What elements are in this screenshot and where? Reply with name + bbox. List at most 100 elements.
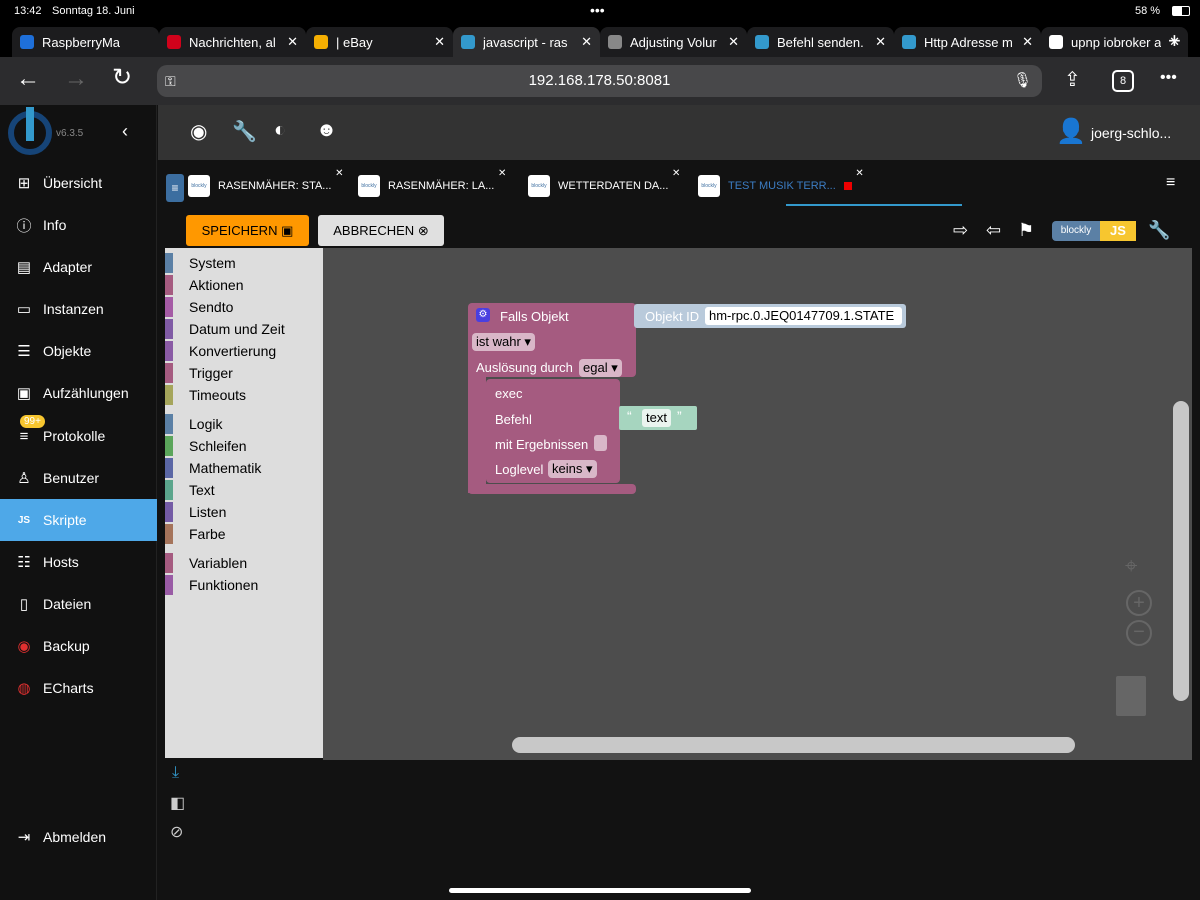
browser-tab[interactable]: javascript - ras ✕ [453,27,600,57]
enum-icon: ▣ [16,385,32,402]
text-block[interactable]: “ text ” [619,406,697,430]
reload-button[interactable]: ↻ [112,63,132,92]
trash-icon[interactable] [1116,676,1146,716]
script-tab[interactable]: blockly RASENMÄHER: LA... ✕ [358,168,506,200]
wrench-icon[interactable]: 🔧 [232,119,257,144]
close-tab-icon[interactable]: ✕ [1022,34,1033,50]
toolbox-category[interactable]: Variablen [165,552,323,574]
toolbox-category[interactable]: Timeouts [165,384,323,406]
object-id-block[interactable]: Objekt ID hm-rpc.0.JEQ0147709.1.STATE [634,304,906,328]
close-tab-icon[interactable]: ✕ [287,34,298,50]
sidebar-item-backup[interactable]: ◉ Backup [0,625,157,667]
zoom-out-button[interactable]: − [1126,620,1152,646]
logout-button[interactable]: ⇥ Abmelden [0,816,157,858]
browser-tab[interactable]: Http Adresse m ✕ [894,27,1041,57]
toolbox-category[interactable]: Sendto [165,296,323,318]
script-tab[interactable]: blockly WETTERDATEN DA... ✕ [528,168,680,200]
close-tab-icon[interactable]: ✕ [875,34,886,50]
toolbox-category[interactable]: Text [165,479,323,501]
sidebar-item-instanzen[interactable]: ▭ Instanzen [0,288,157,330]
checkered-flag-icon[interactable]: ⚑ [1018,220,1034,241]
multitask-dots-icon[interactable]: ••• [590,2,605,18]
recenter-icon[interactable]: ⌖ [1125,553,1137,579]
sidebar-item-label: Hosts [43,554,79,570]
toolbox-category[interactable]: Logik [165,413,323,435]
script-tab[interactable]: blockly TEST MUSIK TERR... ✕ [698,168,864,200]
sidebar-item-label: Dateien [43,596,92,612]
browser-tab[interactable]: Befehl senden. ✕ [747,27,894,57]
sidebar-item-übersicht[interactable]: ⊞ Übersicht [0,162,157,204]
results-checkbox[interactable] [594,435,607,451]
log-panel-icon[interactable]: ◧ [170,793,185,813]
browser-tab[interactable]: Adjusting Volur ✕ [600,27,747,57]
close-script-tab-icon[interactable]: ✕ [672,168,680,179]
collapse-sidebar-button[interactable]: ‹ [122,121,128,142]
sidebar-item-adapter[interactable]: ▤ Adapter [0,246,157,288]
sidebar-item-aufzählungen[interactable]: ▣ Aufzählungen [0,372,157,414]
browser-tab[interactable]: Nachrichten, al ✕ [159,27,306,57]
toolbox-category[interactable]: Aktionen [165,274,323,296]
download-icon[interactable]: ⤓ [172,764,179,782]
blockly-js-toggle[interactable]: blockly JS [1052,221,1136,241]
save-button[interactable]: SPEICHERN ▣ [186,215,309,246]
more-button[interactable]: ••• [1160,69,1177,87]
toolbox-category[interactable]: Funktionen [165,574,323,596]
object-id-field[interactable]: hm-rpc.0.JEQ0147709.1.STATE [705,307,902,325]
toolbox-category[interactable]: System [165,252,323,274]
close-tab-icon[interactable]: ✕ [728,34,739,50]
microphone-icon[interactable]: 🎙 [1013,65,1032,97]
new-tab-button[interactable]: + [1168,28,1181,54]
import-icon[interactable]: ⇦ [986,220,1001,241]
toolbox-category[interactable]: Listen [165,501,323,523]
zoom-in-button[interactable]: + [1126,590,1152,616]
app-version: v6.3.5 [56,128,84,139]
browser-tab[interactable]: | eBay ✕ [306,27,453,57]
eye-off-icon[interactable]: ⊘ [170,822,183,842]
close-script-tab-icon[interactable]: ✕ [335,168,343,179]
browser-tab[interactable]: upnp iobroker a ✕ [1041,27,1188,57]
toolbox-category[interactable]: Trigger [165,362,323,384]
sidebar-item-info[interactable]: ⓘ Info [0,204,157,246]
tab-count-button[interactable]: 8 [1112,70,1134,92]
forward-button[interactable]: → [64,65,88,93]
theme-toggle-icon[interactable]: ◐ [274,119,286,142]
sidebar-item-protokolle[interactable]: ≡ Protokolle 99+ [0,415,157,457]
expert-mode-icon[interactable]: ☻ [316,119,337,142]
sidebar-item-hosts[interactable]: ☷ Hosts [0,541,157,583]
condition-dropdown[interactable]: ist wahr ▾ [472,333,535,351]
text-field[interactable]: text [642,409,671,427]
toolbox-category[interactable]: Konvertierung [165,340,323,362]
sidebar-item-benutzer[interactable]: ♙ Benutzer [0,457,157,499]
close-tab-icon[interactable]: ✕ [581,34,592,50]
blockly-workspace[interactable]: ⚙ Falls Objekt ist wahr ▾ Auslösung durc… [323,248,1192,760]
close-tab-icon[interactable]: ✕ [434,34,445,50]
eye-icon[interactable]: ◉ [190,119,207,144]
toolbox-category[interactable]: Farbe [165,523,323,545]
close-script-tab-icon[interactable]: ✕ [498,168,506,179]
toolbox-category[interactable]: Mathematik [165,457,323,479]
sidebar-item-skripte[interactable]: JS Skripte [0,499,157,541]
user-name[interactable]: joerg-schlo... [1091,125,1171,141]
close-script-tab-icon[interactable]: ✕ [855,168,863,179]
export-icon[interactable]: ⇨ [953,220,968,241]
vertical-scrollbar[interactable] [1173,401,1189,701]
gear-icon[interactable]: ⚙ [476,308,490,322]
wrench-settings-icon[interactable]: 🔧 [1148,220,1170,241]
toolbox-category[interactable]: Schleifen [165,435,323,457]
toolbox-category[interactable]: Datum und Zeit [165,318,323,340]
tabs-menu-icon[interactable]: ≡ [1166,174,1175,192]
url-field[interactable]: ⚿ 192.168.178.50:8081 🎙 [157,65,1042,97]
horizontal-scrollbar[interactable] [512,737,1075,753]
cancel-button[interactable]: ABBRECHEN ⊗ [318,215,444,246]
share-button[interactable]: ⇪ [1064,67,1081,92]
back-button[interactable]: ← [16,65,40,93]
sidebar-item-echarts[interactable]: ◍ ECharts [0,667,157,709]
loglevel-dropdown[interactable]: keins ▾ [548,460,597,478]
sidebar-item-objekte[interactable]: ☰ Objekte [0,330,157,372]
script-list-toggle[interactable]: ≡ [166,174,184,202]
browser-tab[interactable]: RaspberryMa [12,27,159,57]
sidebar-item-dateien[interactable]: ▯ Dateien [0,583,157,625]
trigger-dropdown[interactable]: egal ▾ [579,359,622,377]
script-tab[interactable]: blockly RASENMÄHER: STA... ✕ [188,168,343,200]
user-avatar-icon[interactable]: 👤 [1056,117,1086,146]
